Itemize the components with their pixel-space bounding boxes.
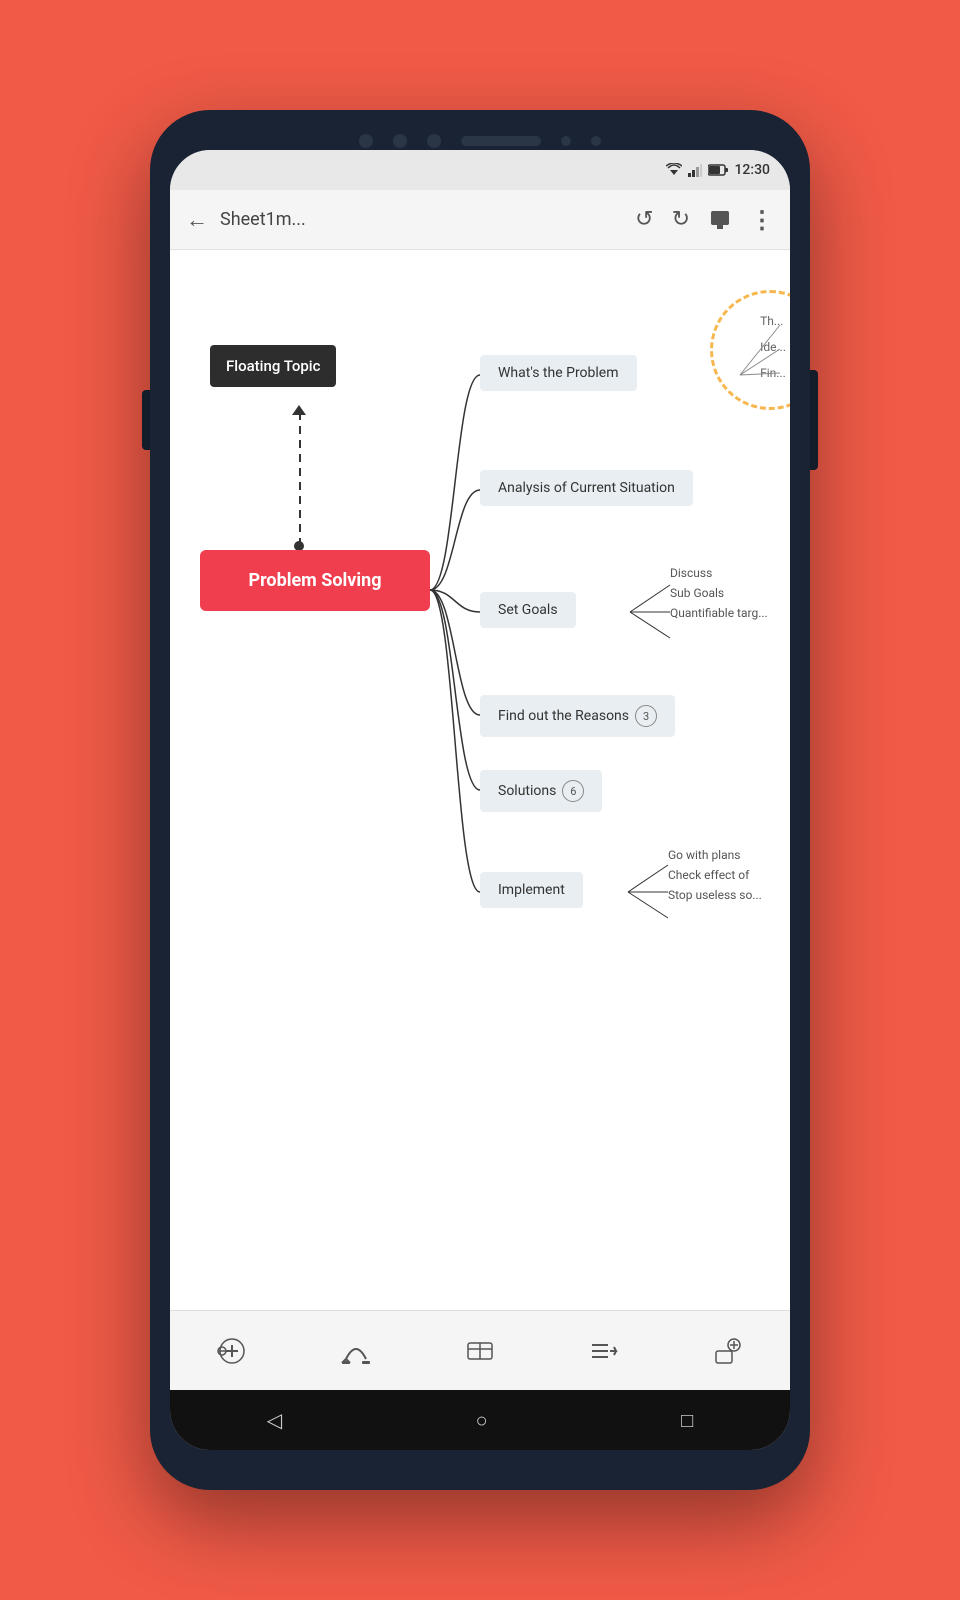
outline-icon xyxy=(588,1335,620,1367)
status-icons: 12:30 xyxy=(666,162,770,178)
sub-check-effect: Check effect of xyxy=(668,865,762,885)
camera-dot-left xyxy=(359,134,373,148)
camera-dot-mid-left xyxy=(393,134,407,148)
status-time: 12:30 xyxy=(734,162,770,178)
android-recents-button[interactable]: □ xyxy=(681,1408,693,1433)
sub-goals: Sub Goals xyxy=(670,583,768,603)
central-node[interactable]: Problem Solving xyxy=(200,550,430,611)
add-more-icon xyxy=(712,1335,744,1367)
sub-discuss: Discuss xyxy=(670,563,768,583)
speaker-grille xyxy=(461,136,541,146)
android-home-button[interactable]: ○ xyxy=(476,1408,488,1433)
add-topic-icon xyxy=(216,1335,248,1367)
phone-screen: 12:30 ← Sheet1m... ↺ ↻ ⋮ xyxy=(170,150,790,1450)
find-reasons-badge: 3 xyxy=(635,705,657,727)
branch-whats-problem[interactable]: What's the Problem xyxy=(480,355,637,391)
undo-button[interactable]: ↺ xyxy=(635,207,653,232)
branch-find-reasons[interactable]: Find out the Reasons 3 xyxy=(480,695,675,737)
connect-button[interactable] xyxy=(340,1335,372,1367)
branch-implement[interactable]: Implement xyxy=(480,872,583,908)
camera-dot-right xyxy=(561,136,571,146)
add-more-button[interactable] xyxy=(712,1335,744,1367)
card-view-button[interactable] xyxy=(464,1335,496,1367)
phone-frame: 12:30 ← Sheet1m... ↺ ↻ ⋮ xyxy=(150,110,810,1490)
more-menu-button[interactable]: ⋮ xyxy=(750,206,774,234)
android-nav-bar: ◁ ○ □ xyxy=(170,1390,790,1450)
add-topic-button[interactable] xyxy=(216,1335,248,1367)
card-view-icon xyxy=(464,1335,496,1367)
dashed-arrow-head xyxy=(292,405,306,415)
app-title: Sheet1m... xyxy=(220,209,623,230)
back-button[interactable]: ← xyxy=(186,207,208,233)
floating-topic-node[interactable]: Floating Topic xyxy=(210,345,336,387)
signal-icon xyxy=(688,163,702,177)
branch-set-goals[interactable]: Set Goals xyxy=(480,592,576,628)
outline-button[interactable] xyxy=(588,1335,620,1367)
redo-button[interactable]: ↻ xyxy=(672,207,690,232)
camera-area xyxy=(359,134,601,148)
sub-stop-useless: Stop useless so... xyxy=(668,885,762,905)
implement-subitems: Go with plans Check effect of Stop usele… xyxy=(668,845,762,905)
canvas-area: Th... Ide... Fin... Floating Topic Probl… xyxy=(170,250,790,1310)
wifi-icon xyxy=(666,163,682,177)
top-bar: ← Sheet1m... ↺ ↻ ⋮ xyxy=(170,190,790,250)
android-back-button[interactable]: ◁ xyxy=(267,1408,282,1432)
bottom-nav xyxy=(170,1310,790,1390)
partial-branch-items: Th... Ide... Fin... xyxy=(756,308,790,386)
solutions-badge: 6 xyxy=(562,780,584,802)
format-button[interactable] xyxy=(708,208,732,232)
branch-analysis[interactable]: Analysis of Current Situation xyxy=(480,470,693,506)
sub-go-with-plans: Go with plans xyxy=(668,845,762,865)
set-goals-subitems: Discuss Sub Goals Quantifiable targ... xyxy=(670,563,768,623)
toolbar-icons: ↺ ↻ ⋮ xyxy=(635,206,774,234)
camera-dot-mid-right xyxy=(427,134,441,148)
sub-quantifiable: Quantifiable targ... xyxy=(670,603,768,623)
camera-dot-far-right xyxy=(591,136,601,146)
battery-icon xyxy=(708,164,728,176)
status-bar: 12:30 xyxy=(170,150,790,190)
branch-solutions[interactable]: Solutions 6 xyxy=(480,770,602,812)
dashed-line xyxy=(299,412,301,547)
connect-icon xyxy=(340,1335,372,1367)
